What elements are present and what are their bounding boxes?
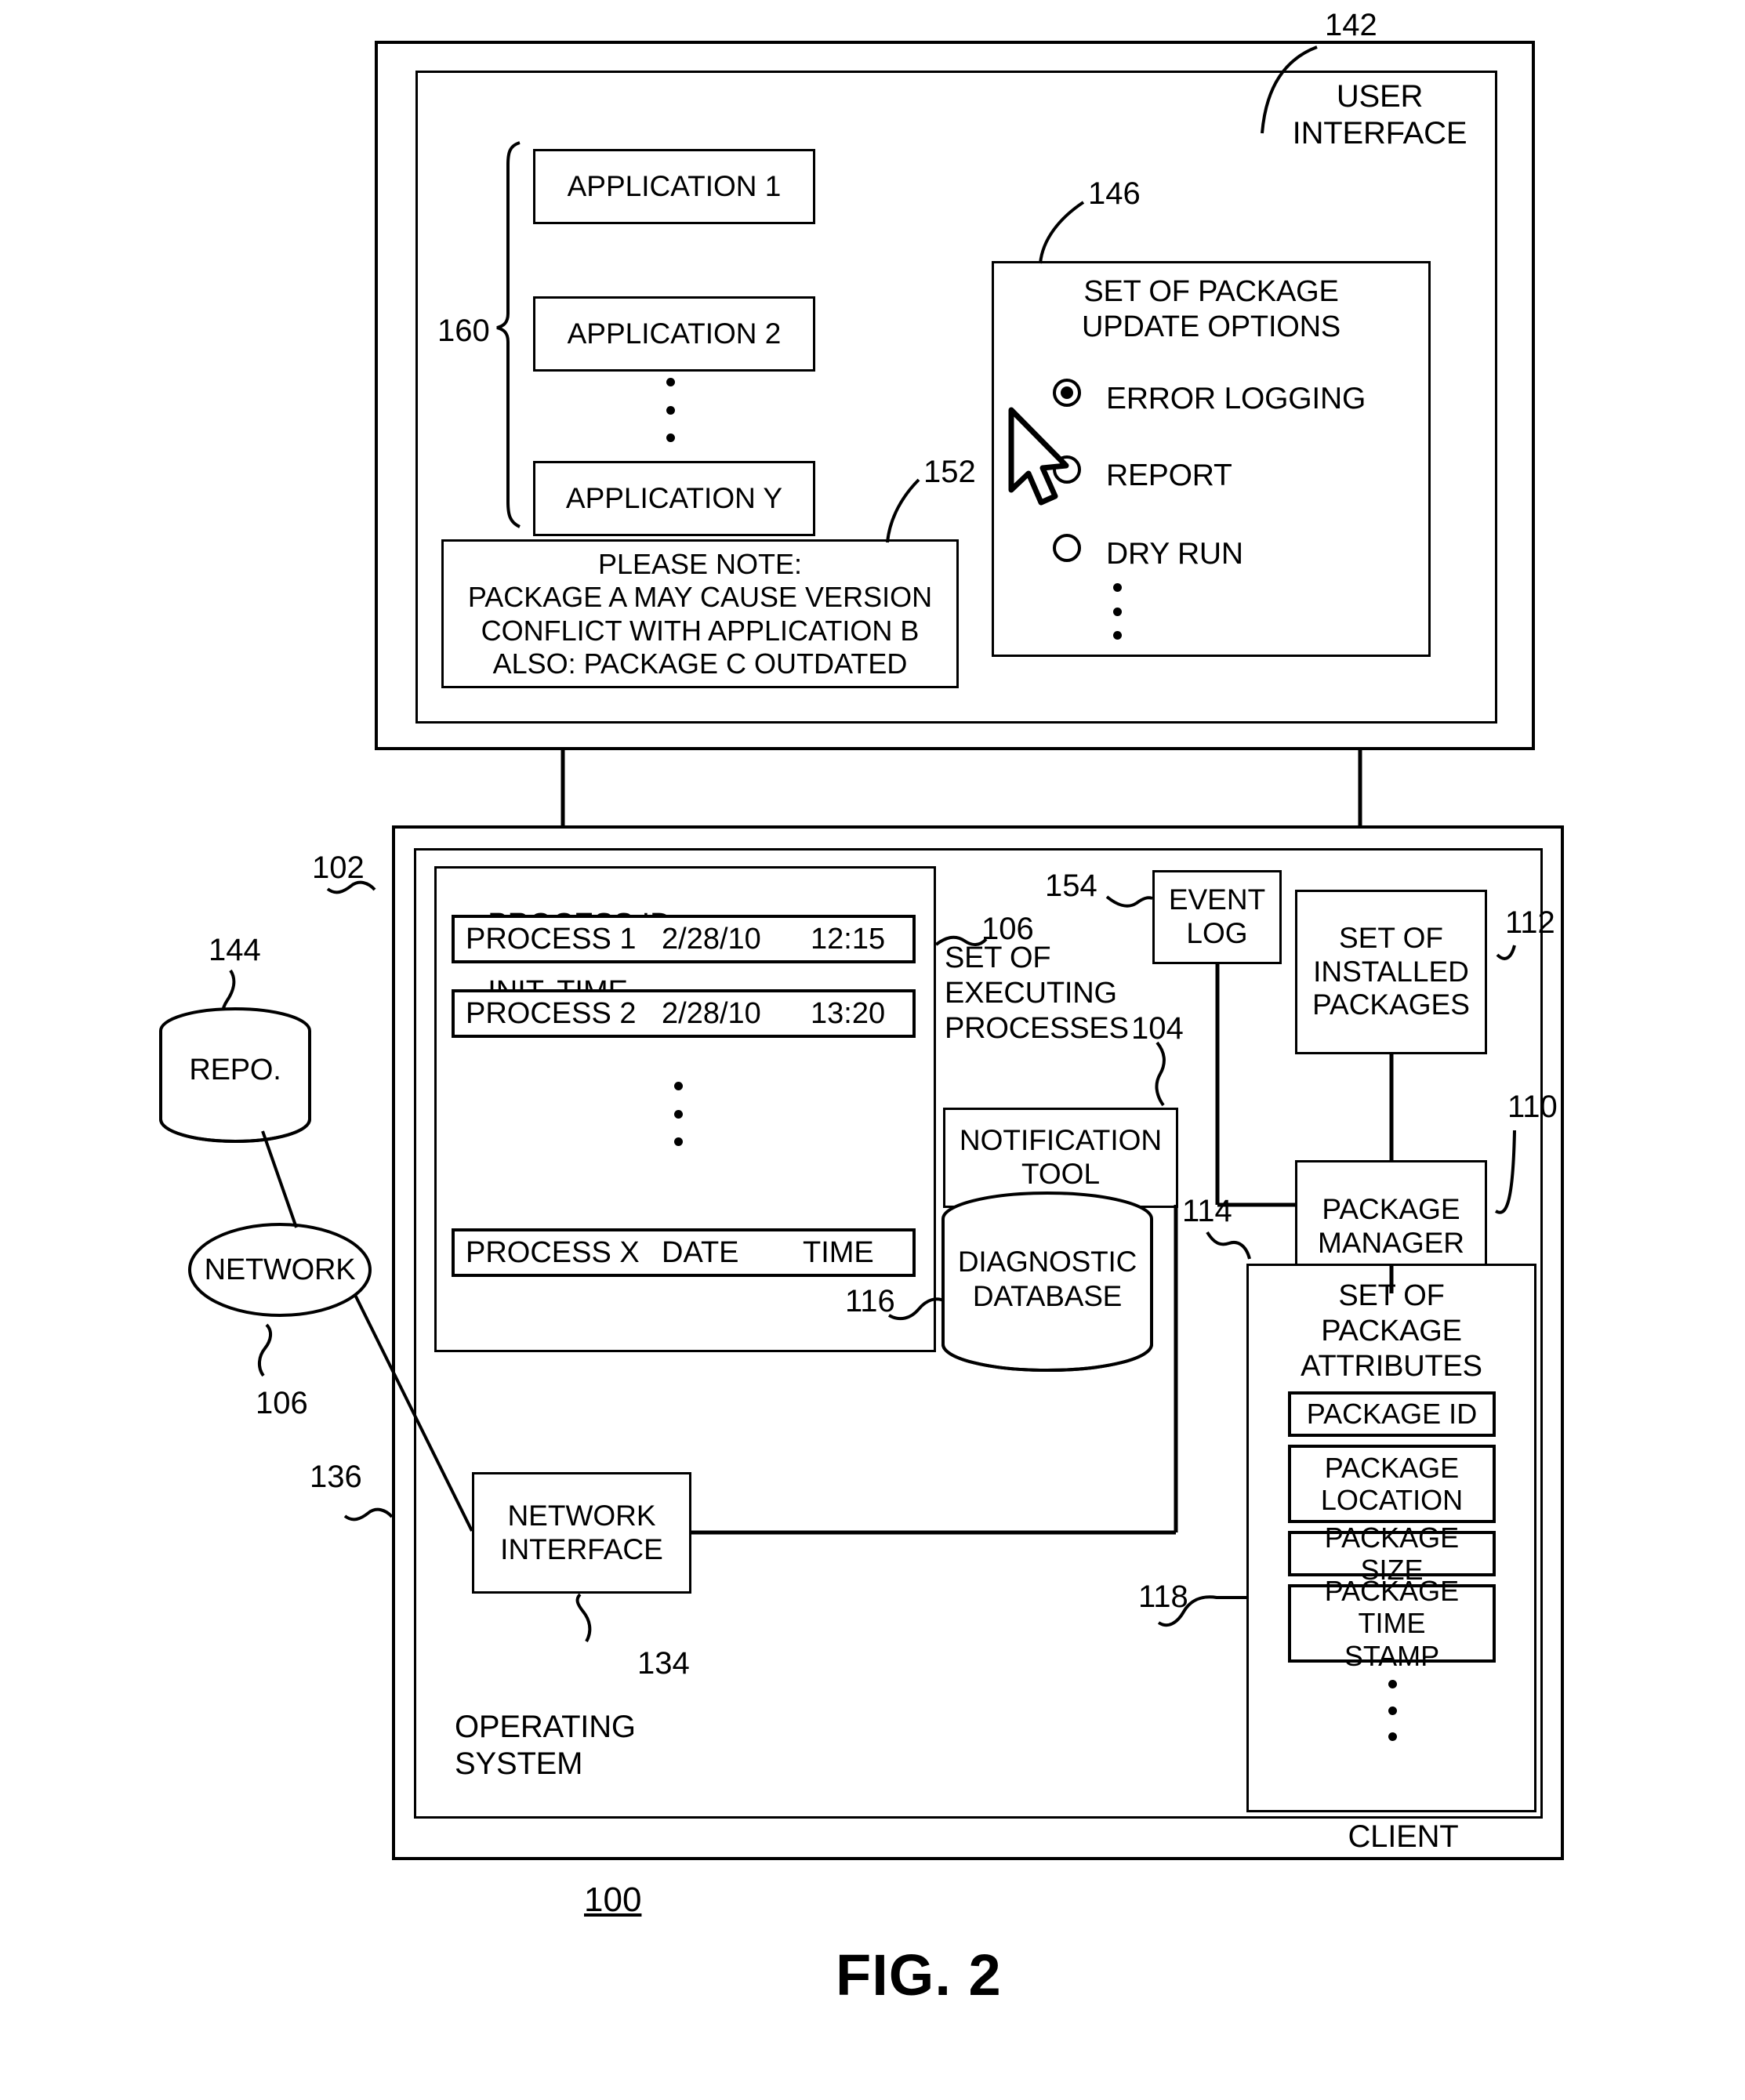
network-label-overlay: NETWORK bbox=[204, 1253, 356, 1286]
figure-caption: FIG. 2 bbox=[836, 1942, 1002, 2008]
repository-label-overlay: REPO. bbox=[189, 1054, 281, 1086]
package-attributes-box: SET OF PACKAGE ATTRIBUTES PACKAGE ID PAC… bbox=[1246, 1264, 1536, 1812]
process-date-cell: DATE bbox=[662, 1235, 739, 1269]
application-box-1: APPLICATION 1 bbox=[533, 149, 815, 224]
client-label: CLIENT bbox=[1348, 1819, 1459, 1854]
ref-110: 110 bbox=[1507, 1090, 1558, 1124]
ref-114: 114 bbox=[1182, 1194, 1232, 1228]
ref-106-network: 106 bbox=[256, 1386, 308, 1420]
process-id-cell: PROCESS 2 bbox=[466, 996, 637, 1030]
option-label-report[interactable]: REPORT bbox=[1106, 458, 1232, 494]
process-time-cell: TIME bbox=[803, 1235, 874, 1269]
ref-136: 136 bbox=[310, 1460, 362, 1494]
radio-error-logging[interactable] bbox=[1053, 379, 1081, 407]
process-date-cell: 2/28/10 bbox=[662, 996, 761, 1030]
package-attributes-title: SET OF PACKAGE ATTRIBUTES bbox=[1301, 1279, 1482, 1383]
table-row[interactable]: PROCESS X DATE TIME bbox=[452, 1228, 916, 1277]
notification-tool-box: NOTIFICATION TOOL bbox=[943, 1108, 1178, 1208]
attribute-package-id: PACKAGE ID bbox=[1288, 1391, 1496, 1437]
attribute-package-time-stamp: PACKAGE TIME STAMP bbox=[1288, 1575, 1496, 1672]
ref-118: 118 bbox=[1138, 1580, 1188, 1614]
note-line-4: ALSO: PACKAGE C OUTDATED bbox=[492, 647, 908, 680]
network-interface-box: NETWORK INTERFACE bbox=[472, 1472, 691, 1594]
applications-ellipsis-icon bbox=[665, 378, 676, 442]
process-time-cell: 13:20 bbox=[811, 996, 886, 1030]
ref-134: 134 bbox=[637, 1646, 690, 1681]
ref-154: 154 bbox=[1045, 869, 1097, 903]
application-box-2: APPLICATION 2 bbox=[533, 296, 815, 372]
radio-report[interactable] bbox=[1053, 455, 1081, 484]
user-interface-title: USER INTERFACE bbox=[1292, 79, 1467, 151]
diagnostic-database-label-overlay: DIAGNOSTIC DATABASE bbox=[957, 1246, 1137, 1312]
process-time-cell: 12:15 bbox=[811, 922, 886, 956]
note-line-2: PACKAGE A MAY CAUSE VERSION bbox=[467, 581, 933, 614]
ref-142: 142 bbox=[1325, 8, 1377, 42]
ref-102: 102 bbox=[312, 851, 365, 885]
package-attributes-ellipsis-icon bbox=[1387, 1680, 1398, 1741]
operating-system-label: OPERATING SYSTEM bbox=[455, 1710, 636, 1782]
package-update-options-title: SET OF PACKAGE UPDATE OPTIONS bbox=[1081, 275, 1341, 343]
option-label-error-logging[interactable]: ERROR LOGGING bbox=[1106, 381, 1366, 417]
process-date-cell: 2/28/10 bbox=[662, 922, 761, 956]
please-note-box: PLEASE NOTE: PACKAGE A MAY CAUSE VERSION… bbox=[441, 539, 959, 688]
process-id-cell: PROCESS 1 bbox=[466, 922, 637, 956]
ref-116: 116 bbox=[845, 1284, 895, 1318]
ref-152: 152 bbox=[923, 455, 976, 489]
application-box-y: APPLICATION Y bbox=[533, 461, 815, 536]
table-row[interactable]: PROCESS 1 2/28/10 12:15 bbox=[452, 915, 916, 963]
installed-packages-box: SET OF INSTALLED PACKAGES bbox=[1295, 890, 1487, 1054]
ref-144: 144 bbox=[209, 933, 261, 967]
options-ellipsis-icon bbox=[1112, 583, 1123, 640]
note-line-1: PLEASE NOTE: bbox=[597, 548, 803, 580]
system-ref-100: 100 bbox=[584, 1881, 642, 1919]
ref-160: 160 bbox=[437, 314, 490, 348]
radio-dry-run[interactable] bbox=[1053, 534, 1081, 562]
patent-figure-page: USER INTERFACE 142 APPLICATION 1 APPLICA… bbox=[0, 0, 1745, 2100]
process-list-ellipsis-icon bbox=[673, 1082, 684, 1146]
process-id-cell: PROCESS X bbox=[466, 1235, 640, 1269]
option-label-dry-run[interactable]: DRY RUN bbox=[1106, 536, 1243, 572]
note-line-3: CONFLICT WITH APPLICATION B bbox=[481, 614, 920, 647]
event-log-box: EVENT LOG bbox=[1152, 870, 1282, 964]
table-row[interactable]: PROCESS 2 2/28/10 13:20 bbox=[452, 989, 916, 1038]
ref-146: 146 bbox=[1088, 176, 1141, 211]
package-update-options-box: SET OF PACKAGE UPDATE OPTIONS ERROR LOGG… bbox=[992, 261, 1431, 657]
ref-104: 104 bbox=[1131, 1011, 1184, 1046]
attribute-package-size: PACKAGE SIZE bbox=[1288, 1522, 1496, 1586]
ref-112: 112 bbox=[1505, 905, 1555, 940]
attribute-package-location: PACKAGE LOCATION bbox=[1288, 1445, 1496, 1523]
